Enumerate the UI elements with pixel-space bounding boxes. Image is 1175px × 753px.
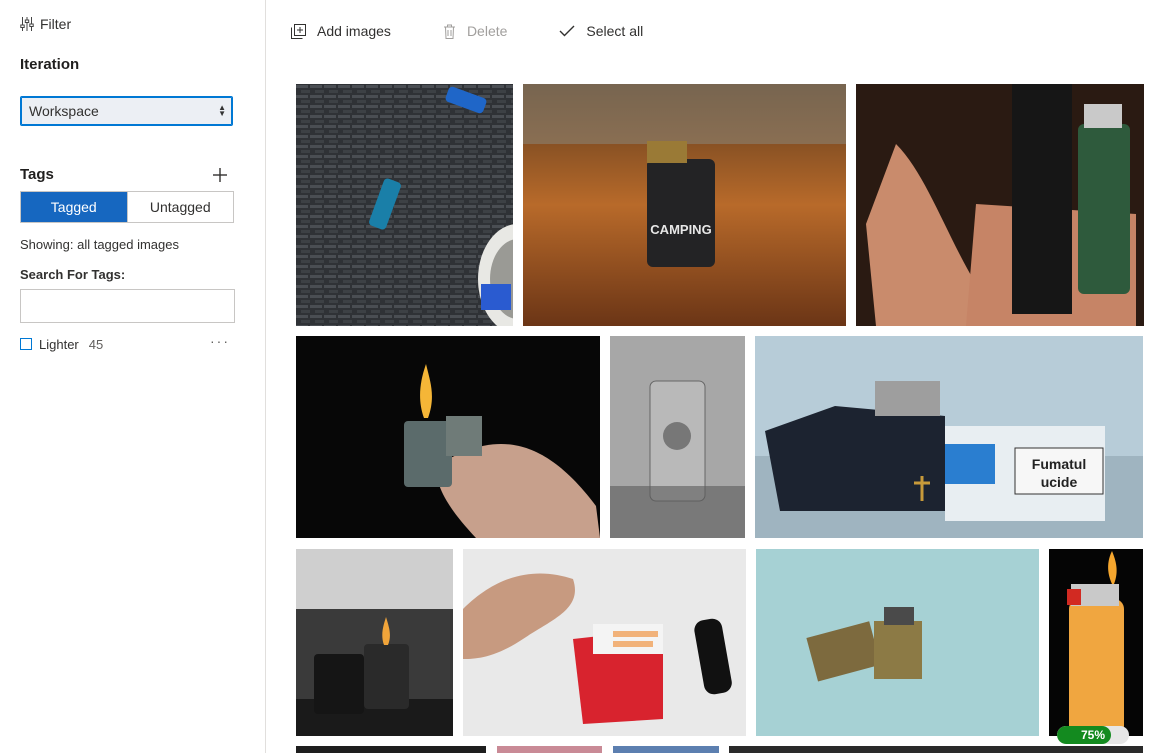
image-thumbnail[interactable]: Fumatul ucide	[755, 336, 1143, 538]
image-thumbnail[interactable]	[856, 84, 1144, 326]
camping-lighter-photo: CAMPING	[523, 84, 846, 326]
iteration-title: Iteration	[20, 56, 80, 73]
tagged-button[interactable]: Tagged	[21, 192, 127, 222]
iteration-select-value: Workspace	[29, 103, 99, 119]
add-images-button[interactable]: Add images	[291, 23, 391, 39]
search-tags-input[interactable]	[20, 289, 235, 323]
select-arrows-icon: ▲ ▼	[218, 103, 226, 118]
tagged-toggle: Tagged Untagged	[20, 191, 234, 223]
select-all-button[interactable]: Select all	[559, 23, 643, 39]
image-thumbnail[interactable]	[610, 336, 745, 538]
iteration-select[interactable]: Workspace ▲ ▼	[20, 96, 233, 126]
tag-checkbox[interactable]	[20, 338, 32, 350]
wicker-lighter-photo	[296, 84, 513, 326]
pack-text-2: ucide	[1041, 474, 1078, 490]
hand-cigarettes-photo	[463, 549, 746, 736]
image-thumbnail[interactable]	[613, 746, 719, 753]
tag-name: Lighter	[39, 336, 79, 352]
gold-zippo-teal-photo	[756, 549, 1039, 736]
engraved-zippo-photo	[610, 336, 745, 538]
delete-label: Delete	[466, 23, 508, 39]
more-options-icon[interactable]: ···	[210, 333, 230, 349]
image-thumbnail[interactable]: CAMPING	[523, 84, 846, 326]
tag-item-lighter[interactable]: Lighter 45 ···	[20, 333, 234, 353]
image-thumbnail[interactable]	[1049, 549, 1143, 736]
add-images-label: Add images	[317, 23, 391, 39]
trash-icon	[443, 24, 455, 39]
hand-zippo-flame-photo	[296, 336, 600, 538]
untagged-button[interactable]: Untagged	[126, 192, 233, 222]
add-images-icon	[291, 23, 306, 39]
pack-text-1: Fumatul	[1032, 456, 1086, 472]
orange-lighter-photo	[1049, 549, 1143, 736]
image-thumbnail[interactable]	[497, 746, 602, 753]
checkmark-icon	[559, 25, 575, 37]
filter-button[interactable]: Filter	[20, 16, 71, 32]
add-tag-icon[interactable]	[212, 167, 228, 183]
filter-label: Filter	[40, 16, 72, 32]
image-thumbnail[interactable]	[463, 549, 746, 736]
delete-button[interactable]: Delete	[443, 23, 507, 39]
filter-sidebar: Filter Iteration Workspace ▲ ▼ Tags Tagge…	[0, 0, 266, 753]
camping-print: CAMPING	[650, 222, 711, 237]
image-thumbnail[interactable]	[296, 336, 600, 538]
vape-lighter-photo	[856, 84, 1144, 326]
tag-count: 45	[88, 336, 104, 352]
image-thumbnail[interactable]	[296, 746, 486, 753]
showing-status: Showing: all tagged images	[20, 237, 179, 252]
lit-zippo-bw-photo	[296, 549, 453, 736]
upload-progress-bar: 75%	[1057, 726, 1129, 744]
zippo-cigarette-pack-photo: Fumatul ucide	[755, 336, 1143, 538]
image-thumbnail[interactable]	[729, 746, 1143, 753]
select-all-label: Select all	[586, 23, 644, 39]
search-tags-label: Search For Tags:	[20, 267, 126, 282]
tags-title: Tags	[20, 166, 54, 183]
progress-label: 75%	[1080, 728, 1106, 742]
image-thumbnail[interactable]	[296, 84, 513, 326]
filter-sliders-icon	[20, 17, 34, 31]
image-thumbnail[interactable]	[756, 549, 1039, 736]
image-thumbnail[interactable]	[296, 549, 453, 736]
image-toolbar: Add images Delete Select all	[291, 20, 695, 42]
